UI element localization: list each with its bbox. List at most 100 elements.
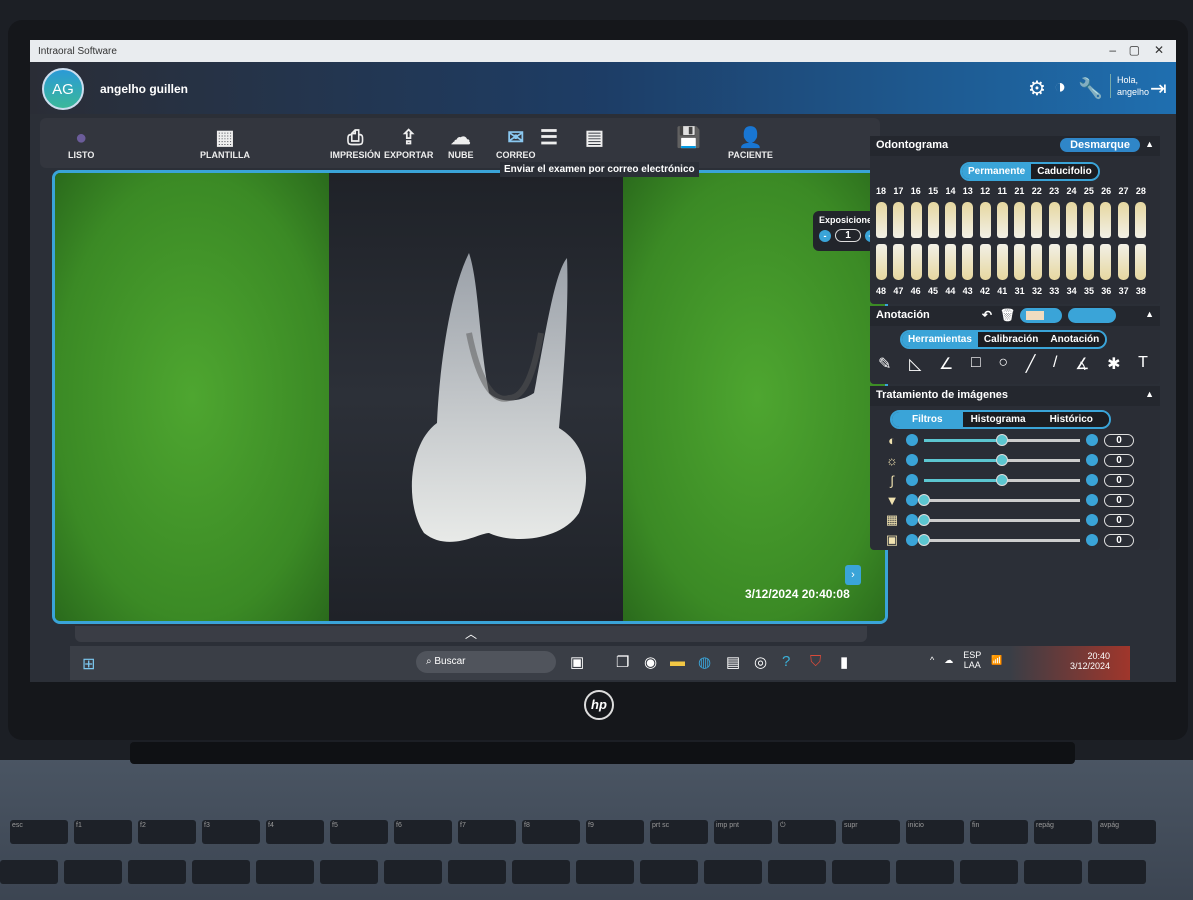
key[interactable]: f3 bbox=[202, 820, 260, 844]
annotation-tool[interactable]: ○ bbox=[998, 354, 1008, 374]
edge-increment-button[interactable] bbox=[1086, 534, 1098, 546]
maximize-button[interactable]: ▢ bbox=[1129, 43, 1140, 57]
tooth[interactable] bbox=[979, 202, 991, 238]
clock[interactable]: 20:40 3/12/2024 bbox=[1010, 646, 1130, 680]
tooth[interactable] bbox=[1117, 202, 1129, 238]
key[interactable] bbox=[960, 860, 1018, 884]
key[interactable]: inicio bbox=[906, 820, 964, 844]
listo-button[interactable]: ● LISTO bbox=[68, 126, 94, 160]
key[interactable] bbox=[192, 860, 250, 884]
tooth[interactable] bbox=[910, 244, 922, 280]
key[interactable]: avpág bbox=[1098, 820, 1156, 844]
contrast-increment-button[interactable] bbox=[1086, 434, 1098, 446]
undo-icon[interactable]: ↶ bbox=[982, 308, 992, 322]
export-button[interactable]: ⇪ EXPORTAR bbox=[384, 126, 433, 160]
noise-slider[interactable] bbox=[918, 513, 1080, 526]
email-button[interactable]: ✉ CORREO bbox=[496, 126, 536, 160]
edge-slider[interactable] bbox=[918, 533, 1080, 546]
key[interactable] bbox=[512, 860, 570, 884]
report-button[interactable]: ▤ bbox=[585, 126, 604, 150]
key[interactable] bbox=[704, 860, 762, 884]
logout-icon[interactable]: ⇥ bbox=[1150, 76, 1167, 101]
sharpen-slider[interactable] bbox=[918, 493, 1080, 506]
color-picker[interactable] bbox=[1020, 308, 1062, 323]
tooth[interactable] bbox=[876, 202, 887, 238]
collapse-thumbnails-button[interactable]: ︿ bbox=[75, 626, 867, 642]
tooth[interactable] bbox=[1065, 202, 1077, 238]
tooth[interactable] bbox=[962, 244, 974, 280]
tooth[interactable] bbox=[1014, 202, 1026, 238]
key[interactable]: ⏻ bbox=[778, 820, 836, 844]
tab-filtros[interactable]: Filtros bbox=[892, 412, 963, 427]
slider-handle[interactable] bbox=[996, 473, 1008, 486]
key[interactable] bbox=[768, 860, 826, 884]
tooth[interactable] bbox=[1100, 244, 1112, 280]
key[interactable]: f1 bbox=[74, 820, 132, 844]
tooth[interactable] bbox=[927, 202, 939, 238]
onedrive-icon[interactable]: ☁ bbox=[944, 655, 953, 666]
tab-calibracion[interactable]: Calibración bbox=[977, 332, 1045, 347]
close-button[interactable]: ✕ bbox=[1154, 43, 1164, 57]
annotation-tool[interactable]: ✎ bbox=[878, 354, 891, 374]
tooth[interactable] bbox=[1134, 244, 1146, 280]
upload-list-button[interactable]: ☰ bbox=[540, 126, 558, 150]
tooth[interactable] bbox=[1134, 202, 1146, 238]
xray-image[interactable] bbox=[329, 173, 623, 621]
collapse-icon[interactable]: ▲ bbox=[1145, 139, 1154, 149]
key[interactable] bbox=[640, 860, 698, 884]
unmark-button[interactable]: Desmarque bbox=[1060, 138, 1140, 152]
key[interactable]: fin bbox=[970, 820, 1028, 844]
windows-start-icon[interactable]: ⊞ bbox=[82, 654, 95, 674]
chat-icon[interactable]: ◉ bbox=[644, 653, 657, 671]
trash-icon[interactable]: 🗑 bbox=[1000, 308, 1015, 322]
slider-handle[interactable] bbox=[918, 533, 930, 546]
widgets-icon[interactable]: ▣ bbox=[570, 653, 584, 671]
taskbar-search[interactable]: ⌕ Buscar bbox=[416, 651, 556, 673]
annotation-tool[interactable]: ∠ bbox=[939, 354, 953, 374]
key[interactable]: repág bbox=[1034, 820, 1092, 844]
tooth[interactable] bbox=[893, 202, 905, 238]
chevron-up-icon[interactable]: ^ bbox=[930, 655, 934, 665]
tooth[interactable] bbox=[927, 244, 939, 280]
slider-handle[interactable] bbox=[996, 433, 1008, 446]
slider-handle[interactable] bbox=[996, 453, 1008, 466]
brightness-increment-button[interactable] bbox=[1086, 454, 1098, 466]
gamma-increment-button[interactable] bbox=[1086, 474, 1098, 486]
key[interactable]: esc bbox=[10, 820, 68, 844]
tab-herramientas[interactable]: Herramientas bbox=[902, 332, 978, 347]
key[interactable] bbox=[320, 860, 378, 884]
tooth[interactable] bbox=[910, 202, 922, 238]
tooth[interactable] bbox=[1048, 202, 1060, 238]
tooth[interactable] bbox=[945, 244, 957, 280]
collapse-icon[interactable]: ▲ bbox=[1145, 309, 1154, 319]
tab-permanente[interactable]: Permanente bbox=[962, 164, 1032, 179]
key[interactable] bbox=[1088, 860, 1146, 884]
gamma-decrement-button[interactable] bbox=[906, 474, 918, 486]
key[interactable]: f8 bbox=[522, 820, 580, 844]
save-button[interactable]: 💾 bbox=[676, 126, 701, 150]
image-viewer[interactable]: Exposiciones -1+ › 3/12/2024 20:40:08 bbox=[52, 170, 888, 624]
tooth[interactable] bbox=[996, 202, 1008, 238]
avatar[interactable]: AG bbox=[42, 68, 84, 110]
key[interactable] bbox=[128, 860, 186, 884]
key[interactable] bbox=[576, 860, 634, 884]
app-icon[interactable]: ◎ bbox=[754, 653, 767, 671]
plantilla-button[interactable]: ▦ PLANTILLA bbox=[200, 126, 250, 160]
minimize-button[interactable]: – bbox=[1109, 43, 1116, 57]
key[interactable] bbox=[448, 860, 506, 884]
key[interactable]: f2 bbox=[138, 820, 196, 844]
key[interactable]: f9 bbox=[586, 820, 644, 844]
key[interactable]: imp pnt bbox=[714, 820, 772, 844]
key[interactable]: f6 bbox=[394, 820, 452, 844]
tooth[interactable] bbox=[876, 244, 887, 280]
intraoral-app-icon[interactable]: ▮ bbox=[840, 653, 848, 671]
line-width-picker[interactable] bbox=[1068, 308, 1116, 323]
store-icon[interactable]: ▤ bbox=[726, 653, 740, 671]
key[interactable]: prt sc bbox=[650, 820, 708, 844]
key[interactable] bbox=[896, 860, 954, 884]
key[interactable]: f4 bbox=[266, 820, 324, 844]
task-view-icon[interactable]: ❐ bbox=[616, 653, 629, 671]
key[interactable]: supr bbox=[842, 820, 900, 844]
slider-handle[interactable] bbox=[918, 493, 930, 506]
contrast-decrement-button[interactable] bbox=[906, 434, 918, 446]
